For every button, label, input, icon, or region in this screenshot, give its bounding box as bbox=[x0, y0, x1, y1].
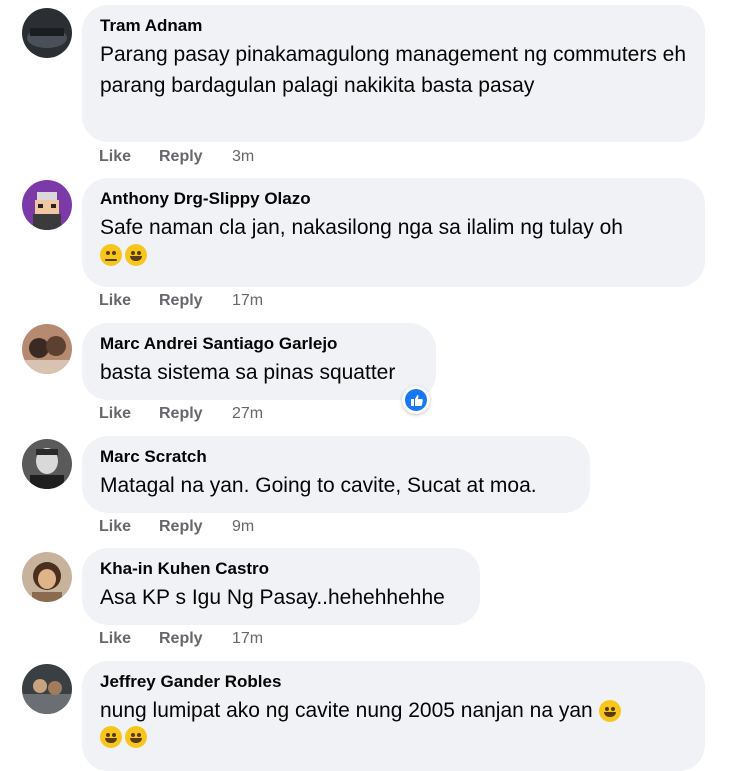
comment-timestamp[interactable]: 17m bbox=[232, 630, 263, 648]
like-reaction-icon[interactable] bbox=[402, 386, 430, 414]
avatar[interactable] bbox=[22, 439, 72, 489]
comment-bubble: Jeffrey Gander Robles nung lumipat ako n… bbox=[82, 661, 705, 771]
avatar[interactable] bbox=[22, 324, 72, 374]
comment-timestamp[interactable]: 17m bbox=[232, 292, 263, 310]
like-button[interactable]: Like bbox=[99, 148, 159, 166]
comment-author[interactable]: Tram Adnam bbox=[100, 15, 687, 37]
comment-timestamp[interactable]: 27m bbox=[232, 405, 263, 423]
comment-author[interactable]: Marc Andrei Santiago Garlejo bbox=[100, 333, 418, 355]
like-button[interactable]: Like bbox=[99, 518, 159, 536]
comment-author[interactable]: Kha-in Kuhen Castro bbox=[100, 558, 462, 580]
comment-text-content: nung lumipat ako ng cavite nung 2005 nan… bbox=[100, 699, 593, 722]
like-button[interactable]: Like bbox=[99, 405, 159, 423]
reply-button[interactable]: Reply bbox=[159, 630, 232, 648]
comment-actions: Like Reply 3m bbox=[99, 148, 254, 166]
comment-text: Matagal na yan. Going to cavite, Sucat a… bbox=[100, 474, 537, 497]
pensive-face-icon bbox=[100, 244, 122, 266]
avatar[interactable] bbox=[22, 552, 72, 602]
comment-bubble: Marc Scratch Matagal na yan. Going to ca… bbox=[82, 436, 590, 513]
comment-actions: Like Reply 17m bbox=[99, 292, 263, 310]
comment-timestamp[interactable]: 3m bbox=[232, 148, 254, 166]
comment-bubble: Marc Andrei Santiago Garlejo basta siste… bbox=[82, 323, 436, 400]
comment-author[interactable]: Anthony Drg-Slippy Olazo bbox=[100, 188, 687, 210]
comment-actions: Like Reply 9m bbox=[99, 518, 254, 536]
comment-text: nung lumipat ako ng cavite nung 2005 nan… bbox=[100, 695, 687, 726]
rolling-laughing-face-icon bbox=[100, 726, 122, 748]
reply-button[interactable]: Reply bbox=[159, 518, 232, 536]
like-button[interactable]: Like bbox=[99, 292, 159, 310]
avatar[interactable] bbox=[22, 8, 72, 58]
reply-button[interactable]: Reply bbox=[159, 148, 232, 166]
comment-actions: Like Reply 27m bbox=[99, 405, 263, 423]
grinning-face-icon bbox=[125, 244, 147, 266]
comment-text: basta sistema sa pinas squatter bbox=[100, 361, 396, 384]
like-button[interactable]: Like bbox=[99, 630, 159, 648]
comment-bubble: Kha-in Kuhen Castro Asa KP s Igu Ng Pasa… bbox=[82, 548, 480, 625]
comment-text: Safe naman cla jan, nakasilong nga sa il… bbox=[100, 216, 623, 239]
avatar[interactable] bbox=[22, 664, 72, 714]
comment-text: Parang pasay pinakamagulong management n… bbox=[100, 43, 687, 97]
reply-button[interactable]: Reply bbox=[159, 405, 232, 423]
comment-timestamp[interactable]: 9m bbox=[232, 518, 254, 536]
comment-bubble: Anthony Drg-Slippy Olazo Safe naman cla … bbox=[82, 178, 705, 287]
rolling-laughing-face-icon bbox=[125, 726, 147, 748]
comment-text: Asa KP s Igu Ng Pasay..hehehhehhe bbox=[100, 586, 445, 609]
comment-actions: Like Reply 17m bbox=[99, 630, 263, 648]
comment-author[interactable]: Jeffrey Gander Robles bbox=[100, 671, 687, 693]
reply-button[interactable]: Reply bbox=[159, 292, 232, 310]
rolling-laughing-face-icon bbox=[598, 700, 621, 723]
comment-bubble: Tram Adnam Parang pasay pinakamagulong m… bbox=[82, 5, 705, 142]
emoji-row bbox=[100, 726, 687, 748]
avatar[interactable] bbox=[22, 180, 72, 230]
emoji-row bbox=[100, 244, 687, 266]
comment-author[interactable]: Marc Scratch bbox=[100, 446, 572, 468]
